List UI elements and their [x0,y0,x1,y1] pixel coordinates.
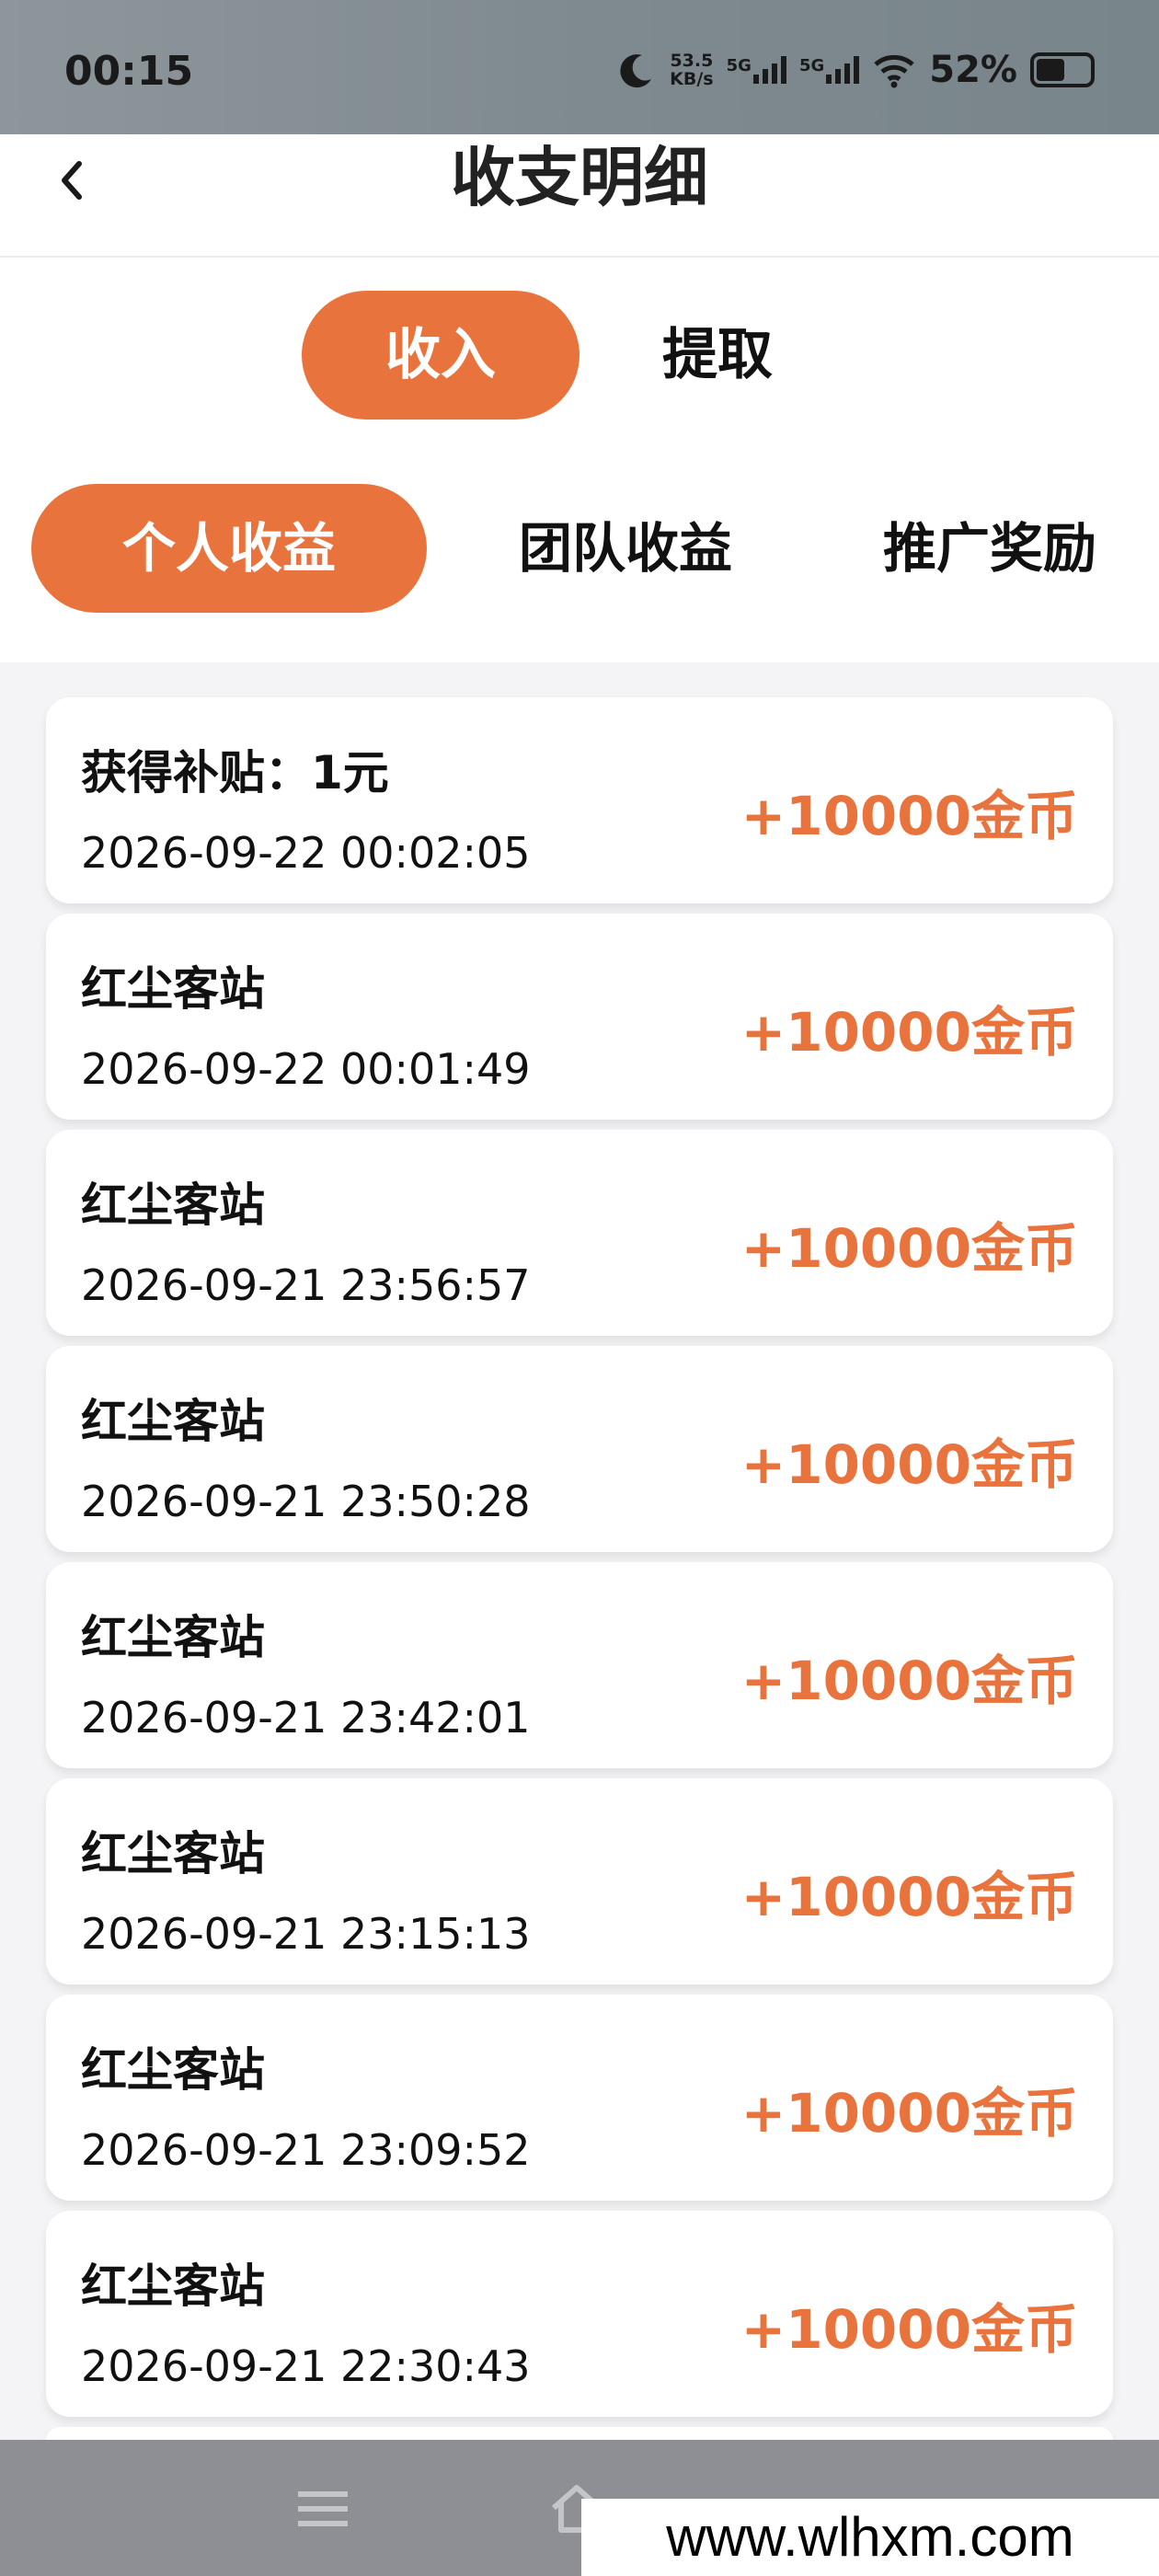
battery-icon [1030,52,1095,87]
status-time: 00:15 [64,48,194,95]
record-title: 红尘客站 [81,962,265,1016]
record-amount: +10000金币 [740,1866,1078,1928]
record-time: 2026-09-22 00:02:05 [81,828,531,878]
record-amount: +10000金币 [740,1433,1078,1496]
record-time: 2026-09-21 23:56:57 [81,1260,531,1310]
record-title: 红尘客站 [81,1611,265,1664]
network-speed-unit: KB/s [670,69,714,89]
record-time: 2026-09-21 22:30:43 [81,2341,531,2391]
header: 收支明细 [0,134,1159,258]
record-time: 2026-09-22 00:01:49 [81,1044,531,1094]
record-amount: +10000金币 [740,1001,1078,1064]
list-item[interactable]: 红尘客站 2026-09-21 22:30:43 +10000金币 [46,2211,1113,2417]
sim1-label: 5G [726,56,752,75]
tab-income[interactable]: 收入 [302,291,580,420]
back-arrow-icon[interactable] [44,142,99,215]
status-bar: 00:15 53.5 KB/s 5G 5G 52% [0,0,1159,134]
tab-withdraw[interactable]: 提取 [625,291,809,420]
record-time: 2026-09-21 23:15:13 [81,1909,531,1959]
record-time: 2026-09-21 23:50:28 [81,1477,531,1526]
tab-personal-income[interactable]: 个人收益 [31,484,427,613]
page-title: 收支明细 [451,140,708,215]
list-item[interactable]: 红尘客站 2026-09-21 23:50:28 +10000金币 [46,1346,1113,1552]
tab-promotion-reward[interactable]: 推广奖励 [883,484,1159,613]
sim2-label: 5G [798,56,825,75]
list-item[interactable]: 获得补贴：1元 2026-09-22 00:02:05 +10000金币 [46,697,1113,903]
record-title: 获得补贴：1元 [81,746,389,799]
battery-percent: 52% [929,49,1017,91]
record-amount: +10000金币 [740,785,1078,847]
record-amount: +10000金币 [740,1217,1078,1280]
moon-icon [620,54,652,88]
record-title: 红尘客站 [81,1827,265,1880]
record-amount: +10000金币 [740,2298,1078,2361]
signal-bars-icon [752,56,786,84]
list-item[interactable]: 红尘客站 2026-09-21 23:56:57 +10000金币 [46,1130,1113,1336]
network-speed: 53.5 KB/s [670,52,713,88]
record-amount: +10000金币 [740,2082,1078,2145]
menu-icon[interactable] [291,2477,355,2541]
record-amount: +10000金币 [740,1650,1078,1712]
watermark: www.wlhxm.com [581,2499,1159,2576]
status-icons: 53.5 KB/s 5G 5G 52% [616,44,1095,96]
record-time: 2026-09-21 23:42:01 [81,1693,531,1742]
tab-team-income[interactable]: 团队收益 [478,484,773,613]
list-item[interactable]: 红尘客站 2026-09-21 23:42:01 +10000金币 [46,1562,1113,1768]
list-item[interactable]: 红尘客站 2026-09-22 00:01:49 +10000金币 [46,914,1113,1120]
record-title: 红尘客站 [81,1179,265,1232]
record-time: 2026-09-21 23:09:52 [81,2125,531,2175]
record-title: 红尘客站 [81,1395,265,1448]
network-speed-value: 53.5 [670,51,714,71]
record-list: 获得补贴：1元 2026-09-22 00:02:05 +10000金币 红尘客… [46,697,1113,2465]
record-title: 红尘客站 [81,2043,265,2097]
signal-sim2: 5G [798,56,860,84]
record-title: 红尘客站 [81,2260,265,2313]
list-item[interactable]: 红尘客站 2026-09-21 23:09:52 +10000金币 [46,1995,1113,2201]
list-item[interactable]: 红尘客站 2026-09-21 23:15:13 +10000金币 [46,1778,1113,1984]
signal-bars-icon [826,56,860,84]
signal-sim1: 5G [727,56,786,84]
wifi-icon [874,54,914,88]
